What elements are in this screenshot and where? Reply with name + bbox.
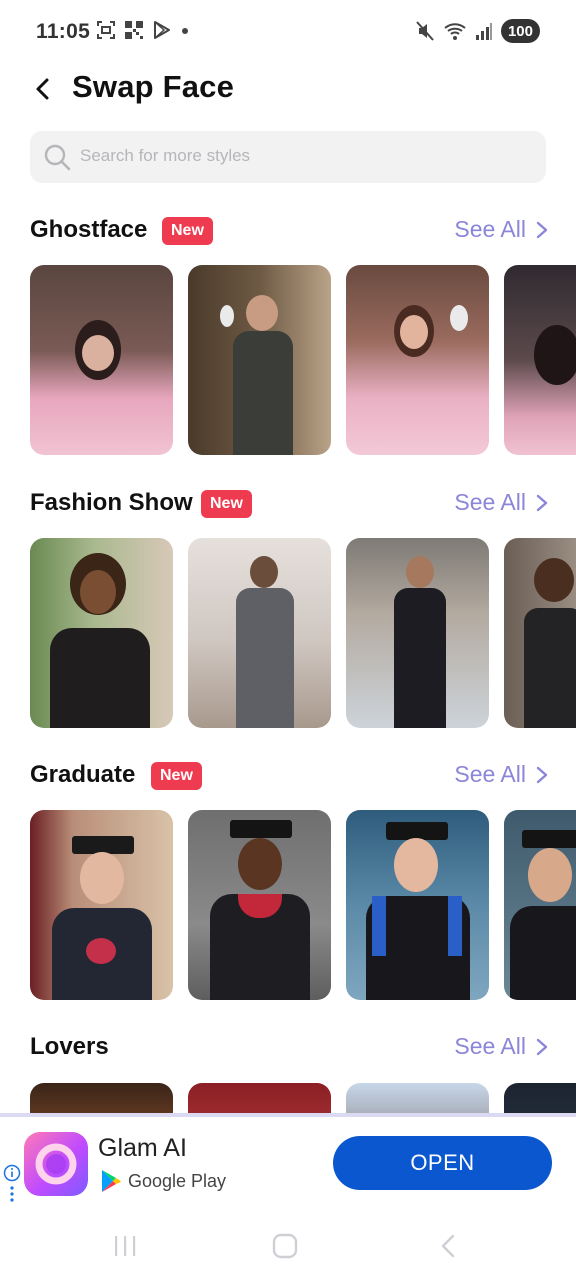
section-header: Fashion Show New See All — [0, 486, 576, 522]
app-ring-icon — [35, 1143, 77, 1185]
ad-info-icon[interactable] — [3, 1164, 21, 1204]
glam-ai-app-icon[interactable] — [24, 1132, 88, 1196]
chevron-right-icon — [536, 494, 548, 511]
style-thumbnail[interactable] — [188, 1083, 331, 1113]
qr-code-icon — [125, 21, 143, 39]
see-all-label: See All — [454, 216, 526, 242]
style-thumbnail-row — [0, 538, 576, 728]
style-thumbnail[interactable] — [346, 1083, 489, 1113]
style-thumbnail[interactable] — [30, 1083, 173, 1113]
style-thumbnail[interactable] — [504, 538, 576, 728]
style-thumbnail-row — [0, 810, 576, 1000]
search-input[interactable]: Search for more styles — [30, 131, 546, 183]
store-name: Google Play — [128, 1170, 227, 1191]
signal-icon — [475, 23, 492, 40]
see-all-label: See All — [454, 489, 526, 515]
dot-icon — [182, 28, 188, 34]
style-thumbnail[interactable] — [504, 265, 576, 455]
see-all-label: See All — [454, 761, 526, 787]
see-all-button[interactable]: See All — [454, 489, 550, 516]
style-thumbnail-row — [0, 1083, 576, 1113]
section-title: Fashion Show — [30, 489, 193, 516]
chevron-right-icon — [536, 221, 548, 238]
section-header: Ghostface New See All — [0, 213, 576, 249]
wifi-icon — [444, 23, 466, 40]
mute-icon — [416, 21, 434, 41]
chevron-right-icon — [536, 1038, 548, 1055]
system-navigation-bar — [0, 1213, 576, 1280]
ad-banner[interactable]: Glam AI Google Play OPEN — [0, 1117, 576, 1213]
style-thumbnail[interactable] — [346, 265, 489, 455]
back-arrow-icon[interactable] — [30, 76, 56, 102]
see-all-button[interactable]: See All — [454, 216, 550, 243]
section-header: Graduate New See All — [0, 758, 576, 794]
page-title: Swap Face — [72, 69, 235, 104]
new-badge: New — [151, 762, 202, 790]
see-all-label: See All — [454, 1033, 526, 1059]
style-thumbnail[interactable] — [346, 538, 489, 728]
ad-app-name[interactable]: Glam AI — [98, 1134, 187, 1163]
screenshot-icon — [97, 21, 115, 39]
status-time: 11:05 — [36, 20, 91, 43]
style-thumbnail[interactable] — [346, 810, 489, 1000]
status-system-icons: 100 — [415, 19, 540, 43]
style-thumbnail[interactable] — [188, 810, 331, 1000]
style-thumbnail[interactable] — [188, 538, 331, 728]
style-thumbnail[interactable] — [30, 538, 173, 728]
google-play-icon — [102, 1170, 121, 1192]
ad-open-button[interactable]: OPEN — [333, 1136, 552, 1190]
section-header: Lovers See All — [0, 1030, 576, 1066]
section-title: Graduate — [30, 761, 136, 788]
status-bar: 11:05 100 — [0, 0, 576, 64]
see-all-button[interactable]: See All — [454, 761, 550, 788]
style-thumbnail[interactable] — [30, 265, 173, 455]
style-thumbnail[interactable] — [30, 810, 173, 1000]
new-badge: New — [162, 217, 213, 245]
home-icon[interactable] — [271, 1233, 299, 1259]
style-thumbnail[interactable] — [188, 265, 331, 455]
ad-store-label: Google Play — [100, 1169, 226, 1193]
style-thumbnail[interactable] — [504, 810, 576, 1000]
battery-indicator: 100 — [500, 19, 540, 43]
new-badge: New — [201, 490, 252, 518]
chevron-right-icon — [536, 766, 548, 783]
status-notification-icons — [96, 20, 190, 40]
recent-apps-icon[interactable] — [112, 1233, 138, 1259]
search-icon — [44, 144, 71, 171]
style-thumbnail-row — [0, 265, 576, 455]
search-placeholder: Search for more styles — [80, 146, 251, 165]
play-store-icon — [154, 21, 170, 39]
section-title: Lovers — [30, 1033, 109, 1060]
top-app-bar: Swap Face — [0, 64, 576, 116]
nav-back-icon[interactable] — [436, 1233, 460, 1259]
see-all-button[interactable]: See All — [454, 1033, 550, 1060]
style-thumbnail[interactable] — [504, 1083, 576, 1113]
section-title: Ghostface — [30, 216, 148, 243]
